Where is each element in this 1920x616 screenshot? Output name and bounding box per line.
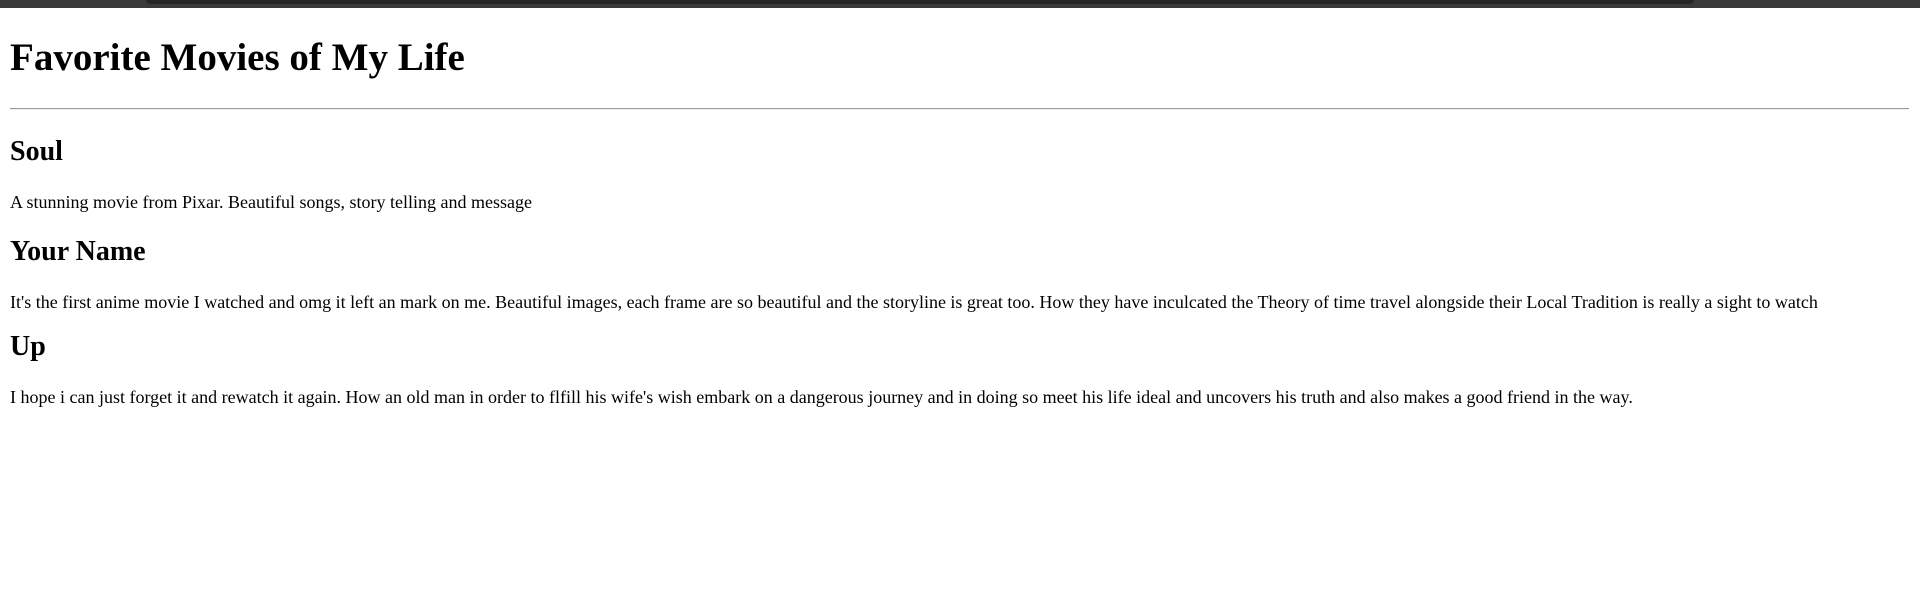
movie-list: Soul A stunning movie from Pixar. Beauti… (10, 136, 1910, 409)
title-divider (10, 108, 1909, 110)
movie-description: A stunning movie from Pixar. Beautiful s… (10, 192, 532, 212)
movie-item-up: Up I hope i can just forget it and rewat… (10, 331, 1910, 409)
page-content: Favorite Movies of My Life Soul A stunni… (10, 8, 1910, 409)
browser-top-bar (0, 0, 1920, 8)
movie-item-your-name: Your Name It's the first anime movie I w… (10, 236, 1910, 314)
page-title: Favorite Movies of My Life (10, 36, 465, 79)
movie-item-soul: Soul A stunning movie from Pixar. Beauti… (10, 136, 1910, 214)
browser-tab-strip (146, 0, 1694, 4)
movie-description: I hope i can just forget it and rewatch … (10, 387, 1633, 407)
movie-description: It's the first anime movie I watched and… (10, 292, 1818, 312)
movie-title: Up (10, 331, 46, 362)
movie-title: Soul (10, 136, 63, 167)
movie-title: Your Name (10, 236, 146, 267)
